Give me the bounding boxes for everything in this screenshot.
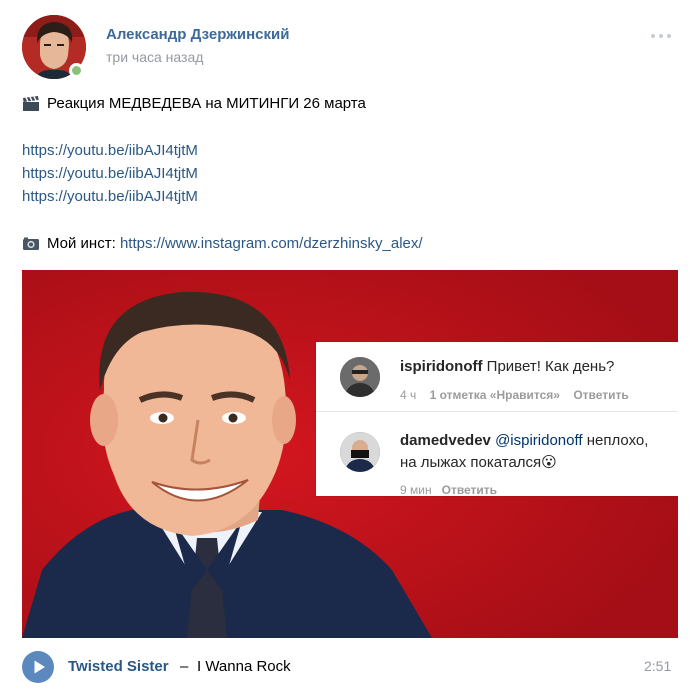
youtube-link-2[interactable]: https://youtu.be/iibAJI4tjtM <box>22 162 198 185</box>
comment-1-text: ispiridonoff Привет! Как день? <box>400 356 614 378</box>
comment-2-reply-button[interactable]: Ответить <box>442 483 497 497</box>
comment-1-user[interactable]: ispiridonoff <box>400 358 483 375</box>
instagram-comments-card: ispiridonoff Привет! Как день? 4 ч 1 отм… <box>316 342 678 497</box>
audio-attachment: Twisted Sister – I Wanna Rock 2:51 <box>0 641 700 690</box>
instagram-link[interactable]: https://www.instagram.com/dzerzhinsky_al… <box>120 232 423 255</box>
youtube-link-1[interactable]: https://youtu.be/iibAJI4tjtM <box>22 139 198 162</box>
play-icon <box>34 660 45 674</box>
damedvedev-avatar[interactable] <box>340 432 380 472</box>
comment-2-text-line2: на лыжах покатался😮 <box>400 452 557 474</box>
post-image[interactable]: ispiridonoff Привет! Как день? 4 ч 1 отм… <box>22 270 678 638</box>
audio-duration: 2:51 <box>644 658 672 674</box>
author-name[interactable]: Александр Дзержинский <box>106 26 289 43</box>
comment-2-meta: 9 мин Ответить <box>400 483 497 497</box>
play-button[interactable] <box>22 651 54 683</box>
youtube-link-3[interactable]: https://youtu.be/iibAJI4tjtM <box>22 185 198 208</box>
instagram-label: Мой инст: <box>47 235 116 252</box>
post-text: Реакция МЕДВЕДЕВА на МИТИНГИ 26 марта ht… <box>22 92 682 255</box>
post-header: Александр Дзержинский три часа назад <box>0 0 700 86</box>
post-time[interactable]: три часа назад <box>106 49 203 65</box>
post-title: Реакция МЕДВЕДЕВА на МИТИНГИ 26 марта <box>47 95 366 112</box>
comment-2-user[interactable]: damedvedev <box>400 432 491 449</box>
audio-title[interactable]: I Wanna Rock <box>197 658 291 675</box>
comment-1-likes[interactable]: 1 отметка «Нравится» <box>430 388 560 402</box>
comment-2-body-2: на лыжах покатался <box>400 454 542 471</box>
clapperboard-icon <box>22 95 40 112</box>
instagram-line: Мой инст: https://www.instagram.com/dzer… <box>22 232 682 255</box>
audio-separator: – <box>180 658 189 675</box>
comment-2-body-1: неплохо, <box>586 432 649 449</box>
comment-2-time: 9 мин <box>400 483 432 497</box>
post-title-line: Реакция МЕДВЕДЕВА на МИТИНГИ 26 марта <box>22 92 682 115</box>
surprised-emoji-icon: 😮 <box>541 454 557 471</box>
comment-2-text: damedvedev @ispiridonoff неплохо, <box>400 430 648 452</box>
comment-1-meta: 4 ч 1 отметка «Нравится» Ответить <box>400 388 629 402</box>
camera-icon <box>22 236 40 252</box>
comment-1-reply-button[interactable]: Ответить <box>573 388 628 402</box>
comment-2-mention[interactable]: @ispiridonoff <box>495 432 583 449</box>
more-options-icon[interactable] <box>651 30 677 42</box>
audio-artist[interactable]: Twisted Sister <box>68 658 169 675</box>
ispiridonoff-avatar[interactable] <box>340 357 380 397</box>
online-indicator <box>69 63 84 78</box>
comment-divider <box>316 411 678 412</box>
comment-1-time: 4 ч <box>400 388 417 402</box>
comment-1-body: Привет! Как день? <box>486 358 615 375</box>
